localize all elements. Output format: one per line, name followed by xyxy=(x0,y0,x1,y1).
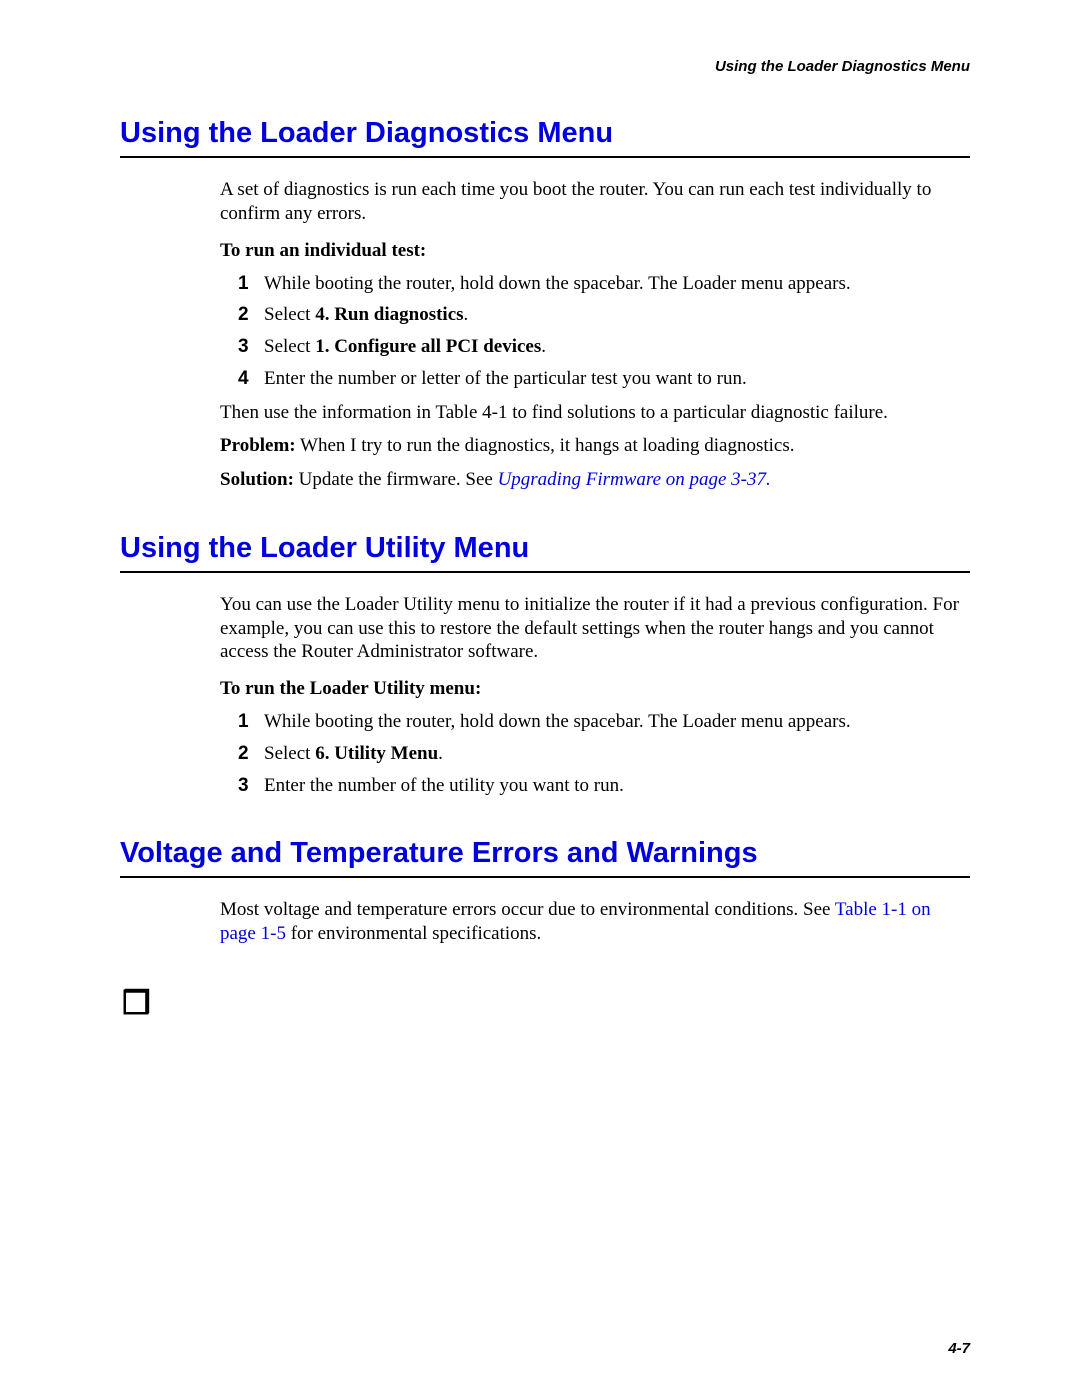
list-item: 4 Enter the number or letter of the part… xyxy=(238,367,970,391)
heading-diagnostics: Using the Loader Diagnostics Menu xyxy=(120,117,970,158)
list-item: 2 Select 6. Utility Menu. xyxy=(238,742,970,766)
running-header: Using the Loader Diagnostics Menu xyxy=(120,58,970,75)
solution-text: Update the firmware. See xyxy=(294,469,498,490)
step-text: While booting the router, hold down the … xyxy=(264,710,970,734)
list-item: 3 Enter the number of the utility you wa… xyxy=(238,774,970,798)
section1-steps: 1 While booting the router, hold down th… xyxy=(220,272,970,391)
section2-steps: 1 While booting the router, hold down th… xyxy=(220,710,970,797)
step-text: Select 1. Configure all PCI devices. xyxy=(264,335,970,359)
section1-subhead: To run an individual test: xyxy=(220,240,970,262)
step-text: Select 4. Run diagnostics. xyxy=(264,303,970,327)
step-number: 2 xyxy=(238,303,264,327)
list-item: 3 Select 1. Configure all PCI devices. xyxy=(238,335,970,359)
step-number: 3 xyxy=(238,335,264,359)
section2-subhead: To run the Loader Utility menu: xyxy=(220,678,970,700)
section1-after: Then use the information in Table 4-1 to… xyxy=(220,401,970,425)
step-number: 1 xyxy=(238,710,264,734)
end-of-section-icon xyxy=(120,986,970,1023)
section1-intro: A set of diagnostics is run each time yo… xyxy=(220,178,970,226)
step-text: Enter the number of the utility you want… xyxy=(264,774,970,798)
step-number: 4 xyxy=(238,367,264,391)
list-item: 1 While booting the router, hold down th… xyxy=(238,272,970,296)
step-text: While booting the router, hold down the … xyxy=(264,272,970,296)
heading-voltage: Voltage and Temperature Errors and Warni… xyxy=(120,837,970,878)
section1-solution: Solution: Update the firmware. See Upgra… xyxy=(220,468,970,492)
page-number: 4-7 xyxy=(948,1340,970,1357)
list-item: 2 Select 4. Run diagnostics. xyxy=(238,303,970,327)
section2-intro: You can use the Loader Utility menu to i… xyxy=(220,593,970,664)
step-number: 3 xyxy=(238,774,264,798)
step-text: Select 6. Utility Menu. xyxy=(264,742,970,766)
step-number: 1 xyxy=(238,272,264,296)
problem-label: Problem: xyxy=(220,435,296,456)
step-number: 2 xyxy=(238,742,264,766)
link-upgrading-firmware[interactable]: Upgrading Firmware on page 3-37. xyxy=(498,469,771,490)
heading-utility: Using the Loader Utility Menu xyxy=(120,532,970,573)
step-text: Enter the number or letter of the partic… xyxy=(264,367,970,391)
section3-intro: Most voltage and temperature errors occu… xyxy=(220,898,970,946)
section1-problem: Problem: When I try to run the diagnosti… xyxy=(220,434,970,458)
problem-text: When I try to run the diagnostics, it ha… xyxy=(296,435,795,456)
list-item: 1 While booting the router, hold down th… xyxy=(238,710,970,734)
solution-label: Solution: xyxy=(220,469,294,490)
